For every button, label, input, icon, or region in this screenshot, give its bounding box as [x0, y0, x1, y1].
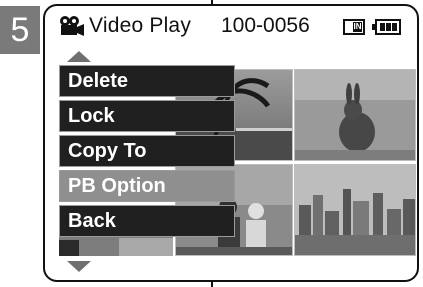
menu-item-lock[interactable]: Lock — [59, 100, 235, 132]
menu-item-pb-option[interactable]: PB Option — [59, 170, 235, 202]
internal-memory-icon: IN — [343, 19, 365, 35]
memory-label: IN — [353, 22, 362, 32]
thumbnail-rabbit[interactable] — [294, 69, 416, 161]
menu-item-back[interactable]: Back — [59, 205, 235, 237]
camcorder-lcd-screen: Video Play 100-0056 IN Delete Lock Copy … — [43, 4, 419, 282]
menu-item-copy-to[interactable]: Copy To — [59, 135, 235, 167]
file-number: 100-0056 — [221, 14, 310, 37]
status-bar: Video Play 100-0056 IN — [45, 6, 417, 46]
menu-item-delete[interactable]: Delete — [59, 65, 235, 97]
thumbnail-city-skyline[interactable] — [294, 164, 416, 256]
battery-icon — [372, 19, 401, 35]
mode-title: Video Play — [89, 14, 192, 37]
scroll-up-arrow-icon[interactable] — [67, 51, 91, 62]
scroll-down-arrow-icon[interactable] — [67, 261, 91, 272]
video-camera-icon — [59, 15, 85, 42]
step-number-badge: 5 — [0, 6, 40, 54]
playback-menu: Delete Lock Copy To PB Option Back — [59, 65, 235, 240]
